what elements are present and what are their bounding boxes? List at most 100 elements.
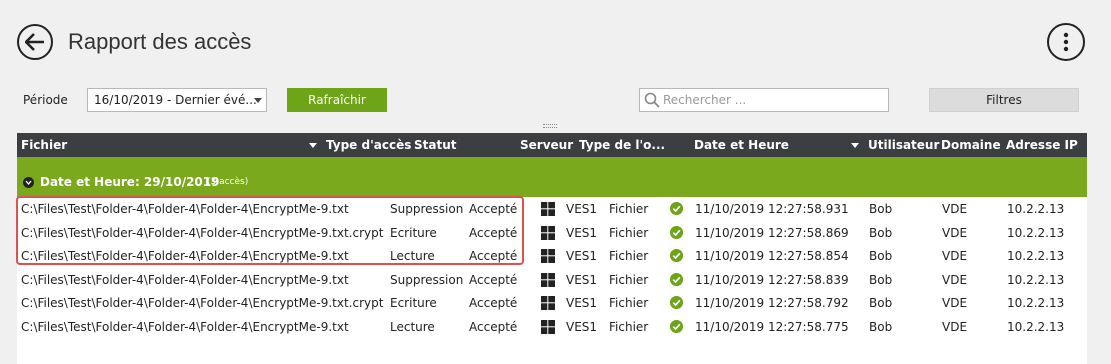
table-row[interactable]: C:\Files\Test\Folder-4\Folder-4\Folder-4…: [17, 315, 1087, 339]
search-field[interactable]: [639, 88, 889, 112]
group-count: (3 accès): [207, 177, 249, 187]
column-header-access-type[interactable]: Type d'accès: [326, 138, 411, 152]
windows-icon: [541, 319, 555, 334]
status-cell: Accepté: [469, 225, 518, 240]
file-cell: C:\Files\Test\Folder-4\Folder-4\Folder-4…: [21, 296, 384, 310]
access-type-cell: Suppression: [390, 272, 464, 287]
more-options-button[interactable]: [1047, 23, 1085, 61]
status-cell: Accepté: [469, 296, 518, 310]
more-vertical-icon: [1063, 32, 1069, 52]
domain-cell: VDE: [942, 272, 968, 287]
ip-cell: 10.2.2.13: [1007, 225, 1065, 240]
table-row[interactable]: C:\Files\Test\Folder-4\Folder-4\Folder-4…: [17, 291, 1087, 315]
ip-cell: 10.2.2.13: [1007, 272, 1065, 287]
column-header-object-type[interactable]: Type de l'o...: [579, 138, 665, 152]
server-cell: VES1: [566, 225, 598, 240]
check-circle-icon: [670, 272, 683, 286]
datetime-cell: 11/10/2019 12:27:58.931: [695, 202, 849, 216]
column-header-file[interactable]: Fichier: [21, 138, 67, 152]
ip-cell: 10.2.2.13: [1007, 202, 1065, 216]
status-cell: Accepté: [469, 202, 518, 216]
search-input[interactable]: [663, 93, 883, 107]
table-row[interactable]: C:\Files\Test\Folder-4\Folder-4\Folder-4…: [17, 221, 1087, 245]
file-cell: C:\Files\Test\Folder-4\Folder-4\Folder-4…: [21, 272, 349, 287]
access-report-grid: Fichier Type d'accès Statut Serveur Type…: [17, 133, 1087, 364]
filters-button[interactable]: Filtres: [929, 88, 1079, 112]
status-cell: Accepté: [469, 319, 518, 334]
access-type-cell: Ecriture: [390, 296, 437, 310]
chevron-down-icon: [254, 98, 262, 103]
period-label: Période: [23, 93, 68, 107]
page-title: Rapport des accès: [68, 29, 252, 54]
windows-icon: [541, 296, 555, 310]
status-cell: Accepté: [469, 249, 518, 263]
group-row[interactable]: Date et Heure: 29/10/2019 (3 accès): [17, 157, 1087, 197]
windows-icon: [541, 272, 555, 287]
server-cell: VES1: [566, 296, 598, 310]
period-value: 16/10/2019 - Dernier évé...: [94, 93, 257, 107]
object-type-cell: Fichier: [609, 202, 649, 216]
object-type-cell: Fichier: [609, 225, 649, 240]
domain-cell: VDE: [942, 249, 968, 263]
table-row[interactable]: C:\Files\Test\Folder-4\Folder-4\Folder-4…: [17, 197, 1087, 221]
windows-icon: [541, 202, 555, 216]
check-circle-icon: [670, 319, 683, 333]
user-cell: Bob: [869, 319, 893, 334]
column-header-server[interactable]: Serveur: [520, 138, 573, 152]
access-type-cell: Ecriture: [390, 225, 437, 240]
refresh-button[interactable]: Rafraîchir: [287, 88, 387, 112]
file-cell: C:\Files\Test\Folder-4\Folder-4\Folder-4…: [21, 249, 349, 263]
ip-cell: 10.2.2.13: [1007, 249, 1065, 263]
sort-down-icon[interactable]: [309, 143, 317, 148]
windows-icon: [541, 225, 555, 240]
domain-cell: VDE: [942, 202, 968, 216]
table-row[interactable]: C:\Files\Test\Folder-4\Folder-4\Folder-4…: [17, 268, 1087, 292]
user-cell: Bob: [869, 296, 893, 310]
datetime-cell: 11/10/2019 12:27:58.839: [695, 272, 849, 287]
server-cell: VES1: [566, 249, 598, 263]
file-cell: C:\Files\Test\Folder-4\Folder-4\Folder-4…: [21, 225, 384, 240]
domain-cell: VDE: [942, 319, 968, 334]
access-type-cell: Lecture: [390, 249, 435, 263]
back-button[interactable]: [17, 24, 53, 60]
column-header-datetime[interactable]: Date et Heure: [694, 138, 789, 152]
period-select[interactable]: 16/10/2019 - Dernier évé...: [87, 88, 267, 112]
access-type-cell: Lecture: [390, 319, 435, 334]
panel-splitter-handle[interactable]: [543, 124, 557, 128]
sort-down-icon[interactable]: [851, 143, 859, 148]
ip-cell: 10.2.2.13: [1007, 296, 1065, 310]
object-type-cell: Fichier: [609, 296, 649, 310]
column-header-domain[interactable]: Domaine: [941, 138, 1001, 152]
user-cell: Bob: [869, 272, 893, 287]
grid-rows: C:\Files\Test\Folder-4\Folder-4\Folder-4…: [17, 197, 1087, 338]
user-cell: Bob: [869, 202, 893, 216]
server-cell: VES1: [566, 319, 598, 334]
datetime-cell: 11/10/2019 12:27:58.854: [695, 249, 849, 263]
access-type-cell: Suppression: [390, 202, 464, 216]
column-header-ip[interactable]: Adresse IP: [1006, 138, 1078, 152]
server-cell: VES1: [566, 202, 598, 216]
search-icon: [644, 92, 660, 108]
check-circle-icon: [670, 225, 683, 239]
ip-cell: 10.2.2.13: [1007, 319, 1065, 334]
datetime-cell: 11/10/2019 12:27:58.869: [695, 225, 849, 240]
column-header-status[interactable]: Statut: [414, 138, 457, 152]
domain-cell: VDE: [942, 296, 968, 310]
status-cell: Accepté: [469, 272, 518, 287]
datetime-cell: 11/10/2019 12:27:58.792: [695, 296, 849, 310]
file-cell: C:\Files\Test\Folder-4\Folder-4\Folder-4…: [21, 202, 349, 216]
table-row[interactable]: C:\Files\Test\Folder-4\Folder-4\Folder-4…: [17, 244, 1087, 268]
object-type-cell: Fichier: [609, 249, 649, 263]
column-header-user[interactable]: Utilisateur: [868, 138, 939, 152]
user-cell: Bob: [869, 249, 893, 263]
domain-cell: VDE: [942, 225, 968, 240]
check-circle-icon: [670, 296, 683, 309]
group-collapse-icon[interactable]: [23, 177, 34, 188]
check-circle-icon: [670, 202, 683, 215]
object-type-cell: Fichier: [609, 272, 649, 287]
object-type-cell: Fichier: [609, 319, 649, 334]
file-cell: C:\Files\Test\Folder-4\Folder-4\Folder-4…: [21, 319, 349, 334]
check-circle-icon: [670, 249, 683, 262]
user-cell: Bob: [869, 225, 893, 240]
grid-header: Fichier Type d'accès Statut Serveur Type…: [17, 133, 1087, 157]
